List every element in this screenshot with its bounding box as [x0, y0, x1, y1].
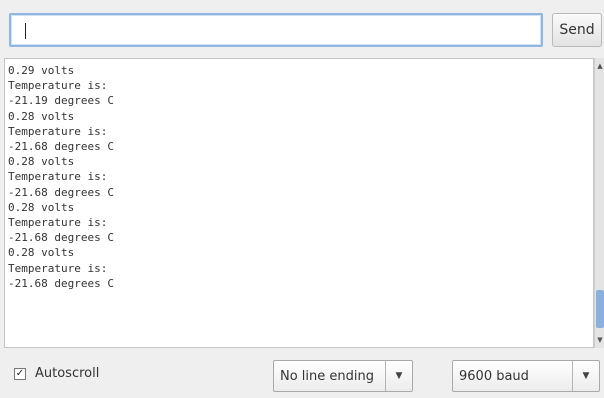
output-line: 0.28 volts	[8, 200, 75, 214]
check-icon[interactable]: ✓	[14, 367, 26, 380]
line-ending-value: No line ending	[280, 368, 374, 384]
send-button[interactable]: Send	[552, 13, 602, 47]
output-line: Temperature is:	[8, 79, 108, 93]
chevron-down-icon[interactable]: ▼	[595, 334, 604, 346]
chevron-down-icon[interactable]: ▼	[385, 361, 412, 391]
line-ending-select[interactable]: No line ending ▼	[273, 360, 413, 392]
input-toolbar: Send	[0, 0, 604, 60]
output-line: 0.28 volts	[8, 109, 75, 123]
output-line: 0.28 volts	[8, 246, 75, 260]
output-line: Temperature is:	[8, 170, 108, 184]
output-line: -21.68 degrees C	[8, 231, 114, 245]
autoscroll-toggle[interactable]: ✓ Autoscroll	[14, 366, 99, 381]
baud-rate-value: 9600 baud	[459, 368, 529, 384]
chevron-down-icon[interactable]: ▼	[572, 361, 599, 391]
autoscroll-label: Autoscroll	[35, 366, 100, 381]
output-line: 0.29 volts	[8, 64, 75, 77]
output-line: -21.68 degrees C	[8, 276, 114, 290]
chevron-up-icon[interactable]: ▲	[595, 60, 604, 72]
status-toolbar: ✓ Autoscroll No line ending ▼ 9600 baud …	[0, 352, 604, 398]
output-line: Temperature is:	[8, 124, 108, 138]
output-lines: 0.29 volts Temperature is: -21.19 degrees …	[8, 63, 114, 291]
vertical-scrollbar[interactable]: ▲ ▼	[594, 58, 604, 348]
output-line: -21.19 degrees C	[8, 94, 114, 108]
serial-output: 0.29 volts Temperature is: -21.19 degrees …	[4, 58, 594, 348]
output-line: -21.68 degrees C	[8, 185, 114, 199]
scroll-thumb[interactable]	[596, 290, 604, 328]
output-line: -21.68 degrees C	[8, 140, 114, 154]
output-line: Temperature is:	[8, 261, 108, 275]
baud-rate-select[interactable]: 9600 baud ▼	[452, 360, 600, 392]
output-line: 0.28 volts	[8, 155, 75, 169]
text-caret	[25, 23, 26, 39]
serial-input[interactable]	[9, 13, 543, 47]
output-line: Temperature is:	[8, 216, 108, 230]
